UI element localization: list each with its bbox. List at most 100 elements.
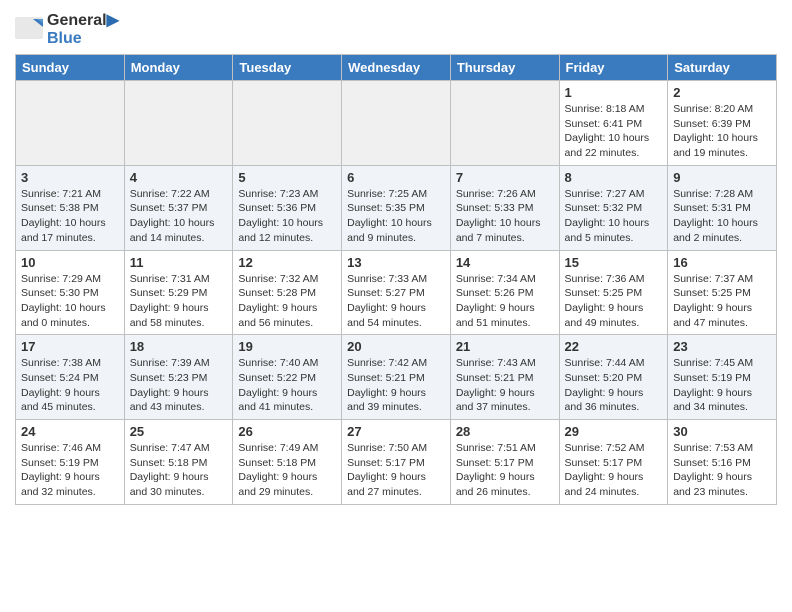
day-info: Sunrise: 7:29 AMSunset: 5:30 PMDaylight:… [21,272,119,331]
calendar-cell: 3 Sunrise: 7:21 AMSunset: 5:38 PMDaylight… [16,165,125,250]
calendar-cell: 30 Sunrise: 7:53 AMSunset: 5:16 PMDayligh… [668,420,777,505]
calendar-cell: 27 Sunrise: 7:50 AMSunset: 5:17 PMDayligh… [342,420,451,505]
calendar-cell: 10 Sunrise: 7:29 AMSunset: 5:30 PMDayligh… [16,250,125,335]
calendar-cell: 7 Sunrise: 7:26 AMSunset: 5:33 PMDaylight… [450,165,559,250]
day-number: 13 [347,255,445,270]
calendar-cell: 29 Sunrise: 7:52 AMSunset: 5:17 PMDayligh… [559,420,668,505]
calendar-cell: 16 Sunrise: 7:37 AMSunset: 5:25 PMDayligh… [668,250,777,335]
day-info: Sunrise: 7:31 AMSunset: 5:29 PMDaylight:… [130,272,228,331]
day-info: Sunrise: 7:33 AMSunset: 5:27 PMDaylight:… [347,272,445,331]
day-info: Sunrise: 7:26 AMSunset: 5:33 PMDaylight:… [456,187,554,246]
day-number: 6 [347,170,445,185]
calendar-cell: 19 Sunrise: 7:40 AMSunset: 5:22 PMDayligh… [233,335,342,420]
calendar-cell [16,81,125,166]
calendar-cell: 20 Sunrise: 7:42 AMSunset: 5:21 PMDayligh… [342,335,451,420]
day-number: 8 [565,170,663,185]
logo: General▶ Blue [15,10,119,48]
day-info: Sunrise: 7:36 AMSunset: 5:25 PMDaylight:… [565,272,663,331]
calendar-cell: 18Sunrise: 7:39 AMSunset: 5:23 PMDayligh… [124,335,233,420]
logo-text: General▶ Blue [47,10,119,48]
calendar-cell: 12 Sunrise: 7:32 AMSunset: 5:28 PMDayligh… [233,250,342,335]
day-info: Sunrise: 7:50 AMSunset: 5:17 PMDaylight:… [347,441,445,500]
day-number: 23 [673,339,771,354]
day-number: 27 [347,424,445,439]
day-info: Sunrise: 7:27 AMSunset: 5:32 PMDaylight:… [565,187,663,246]
day-info: Sunrise: 7:28 AMSunset: 5:31 PMDaylight:… [673,187,771,246]
day-info: Sunrise: 7:42 AMSunset: 5:21 PMDaylight:… [347,356,445,415]
calendar-cell: 23 Sunrise: 7:45 AMSunset: 5:19 PMDayligh… [668,335,777,420]
header-row: SundayMondayTuesdayWednesdayThursdayFrid… [16,55,777,81]
header: General▶ Blue [15,10,777,48]
day-info: Sunrise: 7:51 AMSunset: 5:17 PMDaylight:… [456,441,554,500]
logo-icon [15,17,45,41]
calendar-cell: 15Sunrise: 7:36 AMSunset: 5:25 PMDayligh… [559,250,668,335]
day-info: Sunrise: 7:44 AMSunset: 5:20 PMDaylight:… [565,356,663,415]
day-number: 20 [347,339,445,354]
day-number: 29 [565,424,663,439]
day-number: 17 [21,339,119,354]
day-number: 19 [238,339,336,354]
day-number: 1 [565,85,663,100]
page: General▶ Blue SundayMondayTuesdayWednesd… [0,0,792,515]
calendar-cell [124,81,233,166]
day-number: 26 [238,424,336,439]
calendar-cell: 8 Sunrise: 7:27 AMSunset: 5:32 PMDaylight… [559,165,668,250]
calendar-cell [450,81,559,166]
day-info: Sunrise: 7:32 AMSunset: 5:28 PMDaylight:… [238,272,336,331]
col-header-wednesday: Wednesday [342,55,451,81]
day-number: 3 [21,170,119,185]
calendar-week-4: 24 Sunrise: 7:46 AMSunset: 5:19 PMDayligh… [16,420,777,505]
day-number: 2 [673,85,771,100]
col-header-sunday: Sunday [16,55,125,81]
day-number: 24 [21,424,119,439]
col-header-tuesday: Tuesday [233,55,342,81]
day-info: Sunrise: 7:40 AMSunset: 5:22 PMDaylight:… [238,356,336,415]
day-number: 14 [456,255,554,270]
calendar-cell: 11 Sunrise: 7:31 AMSunset: 5:29 PMDayligh… [124,250,233,335]
calendar-cell: 2 Sunrise: 8:20 AMSunset: 6:39 PMDaylight… [668,81,777,166]
day-info: Sunrise: 7:47 AMSunset: 5:18 PMDaylight:… [130,441,228,500]
day-info: Sunrise: 7:21 AMSunset: 5:38 PMDaylight:… [21,187,119,246]
day-number: 22 [565,339,663,354]
day-number: 25 [130,424,228,439]
calendar-cell: 21Sunrise: 7:43 AMSunset: 5:21 PMDayligh… [450,335,559,420]
calendar-cell [342,81,451,166]
calendar-week-2: 10 Sunrise: 7:29 AMSunset: 5:30 PMDayligh… [16,250,777,335]
day-info: Sunrise: 7:45 AMSunset: 5:19 PMDaylight:… [673,356,771,415]
calendar-cell: 9 Sunrise: 7:28 AMSunset: 5:31 PMDaylight… [668,165,777,250]
day-info: Sunrise: 7:23 AMSunset: 5:36 PMDaylight:… [238,187,336,246]
calendar-body: 1Sunrise: 8:18 AMSunset: 6:41 PMDaylight… [16,81,777,505]
day-number: 9 [673,170,771,185]
calendar-cell: 5Sunrise: 7:23 AMSunset: 5:36 PMDaylight… [233,165,342,250]
calendar-cell: 13 Sunrise: 7:33 AMSunset: 5:27 PMDayligh… [342,250,451,335]
calendar-week-1: 3 Sunrise: 7:21 AMSunset: 5:38 PMDaylight… [16,165,777,250]
day-number: 10 [21,255,119,270]
day-info: Sunrise: 7:49 AMSunset: 5:18 PMDaylight:… [238,441,336,500]
calendar-cell: 1Sunrise: 8:18 AMSunset: 6:41 PMDaylight… [559,81,668,166]
calendar-cell: 25 Sunrise: 7:47 AMSunset: 5:18 PMDayligh… [124,420,233,505]
day-info: Sunrise: 7:53 AMSunset: 5:16 PMDaylight:… [673,441,771,500]
col-header-friday: Friday [559,55,668,81]
calendar-cell: 22 Sunrise: 7:44 AMSunset: 5:20 PMDayligh… [559,335,668,420]
day-info: Sunrise: 7:37 AMSunset: 5:25 PMDaylight:… [673,272,771,331]
col-header-monday: Monday [124,55,233,81]
calendar-cell: 14Sunrise: 7:34 AMSunset: 5:26 PMDayligh… [450,250,559,335]
calendar-cell: 6 Sunrise: 7:25 AMSunset: 5:35 PMDaylight… [342,165,451,250]
day-info: Sunrise: 7:39 AMSunset: 5:23 PMDaylight:… [130,356,228,415]
day-number: 11 [130,255,228,270]
day-number: 30 [673,424,771,439]
day-number: 7 [456,170,554,185]
calendar-table: SundayMondayTuesdayWednesdayThursdayFrid… [15,54,777,505]
day-number: 4 [130,170,228,185]
day-info: Sunrise: 7:52 AMSunset: 5:17 PMDaylight:… [565,441,663,500]
day-info: Sunrise: 8:20 AMSunset: 6:39 PMDaylight:… [673,102,771,161]
day-info: Sunrise: 7:46 AMSunset: 5:19 PMDaylight:… [21,441,119,500]
day-info: Sunrise: 7:25 AMSunset: 5:35 PMDaylight:… [347,187,445,246]
calendar-cell: 17Sunrise: 7:38 AMSunset: 5:24 PMDayligh… [16,335,125,420]
day-number: 16 [673,255,771,270]
calendar-cell: 28Sunrise: 7:51 AMSunset: 5:17 PMDayligh… [450,420,559,505]
day-number: 12 [238,255,336,270]
calendar-week-0: 1Sunrise: 8:18 AMSunset: 6:41 PMDaylight… [16,81,777,166]
calendar-cell: 26 Sunrise: 7:49 AMSunset: 5:18 PMDayligh… [233,420,342,505]
calendar-cell [233,81,342,166]
